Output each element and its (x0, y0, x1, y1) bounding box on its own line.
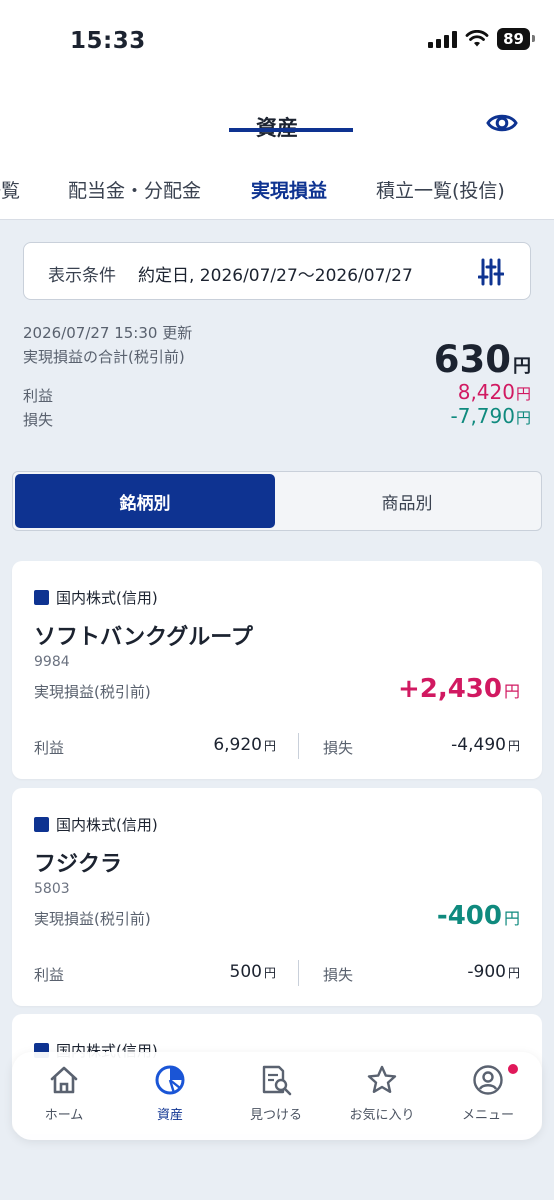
divider (298, 733, 299, 759)
nav-favorites[interactable]: お気に入り (332, 1064, 432, 1134)
status-bar: 15:33 89 (0, 0, 554, 84)
nav-label: ホーム (44, 1108, 84, 1123)
loss-value: -7,790円 (450, 404, 532, 428)
home-icon (50, 1066, 78, 1094)
gain-loss-row: 利益 500 円 損失 -900 円 (34, 960, 520, 988)
segment-by-product[interactable]: 商品別 (275, 474, 539, 528)
realized-pl-label: 実現損益(税引前) (34, 683, 151, 701)
tab-bar: 一覧 配当金・分配金 実現損益 積立一覧(投信) (0, 166, 554, 220)
gain-value: 6,920 円 (213, 735, 276, 755)
loss-label: 損失 (323, 966, 354, 984)
loss-value: -900 円 (467, 962, 520, 982)
cellular-signal-icon (428, 30, 458, 48)
loss-label: 損失 (323, 739, 354, 757)
gain-value: 500 円 (229, 962, 276, 982)
wifi-icon (465, 30, 489, 47)
find-document-icon (262, 1065, 292, 1096)
category-marker (34, 817, 49, 832)
nav-label: 見つける (249, 1108, 302, 1123)
condition-value: 約定日, 2026/07/27〜2026/07/27 (138, 266, 413, 286)
app-header: 資産 一覧 配当金・分配金 実現損益 積立一覧(投信) (0, 84, 554, 220)
view-segment-control: 銘柄別 商品別 (12, 471, 542, 531)
eye-icon[interactable] (486, 110, 518, 136)
divider (298, 960, 299, 986)
profit-value: 8,420円 (457, 380, 531, 404)
tab-realized-pl[interactable]: 実現損益 (251, 176, 327, 203)
status-time: 15:33 (70, 28, 146, 54)
page-bottom-area (0, 1150, 554, 1200)
tab-dividends[interactable]: 配当金・分配金 (68, 176, 201, 203)
display-condition-box[interactable]: 表示条件 約定日, 2026/07/27〜2026/07/27 (23, 242, 531, 300)
nav-assets[interactable]: 資産 (120, 1064, 220, 1134)
assets-pie-icon (155, 1065, 185, 1095)
gain-label: 利益 (34, 739, 65, 757)
page-title: 資産 (0, 112, 554, 142)
pl-summary: 2026/07/27 15:30 更新 実現損益の合計(税引前) 630 円 利益… (23, 322, 531, 442)
loss-label: 損失 (23, 411, 54, 429)
stock-code: 9984 (34, 654, 70, 670)
condition-label: 表示条件 (48, 266, 116, 286)
realized-pl-label: 実現損益(税引前) (34, 910, 151, 928)
realized-pl-value: -400 円 (436, 901, 520, 931)
total-value: 630 円 (433, 338, 531, 381)
nav-label: 資産 (156, 1108, 183, 1123)
bottom-navigation: ホーム 資産 見つける お気に入り メニュー (12, 1052, 542, 1140)
category-tag: 国内株式(信用) (34, 814, 158, 835)
battery-indicator: 89 (497, 28, 535, 50)
star-icon (367, 1065, 397, 1093)
nav-label: お気に入り (349, 1108, 415, 1123)
total-label: 実現損益の合計(税引前) (23, 348, 185, 366)
filter-sliders-icon[interactable] (478, 257, 504, 287)
segment-by-stock[interactable]: 銘柄別 (15, 474, 275, 528)
gain-label: 利益 (34, 966, 65, 984)
updated-timestamp: 2026/07/27 15:30 更新 (23, 324, 193, 342)
stock-card[interactable]: 国内株式(信用) ソフトバンクグループ 9984 実現損益(税引前) +2,43… (12, 561, 542, 779)
realized-pl-value: +2,430 円 (397, 674, 520, 704)
status-icons: 89 (428, 28, 535, 50)
active-tab-indicator (229, 128, 353, 132)
stock-card[interactable]: 国内株式(信用) フジクラ 5803 実現損益(税引前) -400 円 利益 50… (12, 788, 542, 1006)
nav-find[interactable]: 見つける (226, 1064, 326, 1134)
nav-home[interactable]: ホーム (14, 1064, 114, 1134)
nav-label: メニュー (461, 1108, 514, 1123)
stock-name: ソフトバンクグループ (34, 625, 253, 650)
loss-value: -4,490 円 (451, 735, 520, 755)
profit-label: 利益 (23, 387, 54, 405)
user-menu-icon (473, 1065, 503, 1095)
category-tag: 国内株式(信用) (34, 587, 158, 608)
notification-badge (508, 1064, 518, 1074)
category-marker (34, 590, 49, 605)
tab-accumulation[interactable]: 積立一覧(投信) (376, 176, 505, 203)
tab-list[interactable]: 一覧 (0, 176, 20, 203)
stock-code: 5803 (34, 881, 70, 897)
stock-name: フジクラ (34, 852, 123, 877)
nav-menu[interactable]: メニュー (438, 1064, 538, 1134)
gain-loss-row: 利益 6,920 円 損失 -4,490 円 (34, 733, 520, 761)
